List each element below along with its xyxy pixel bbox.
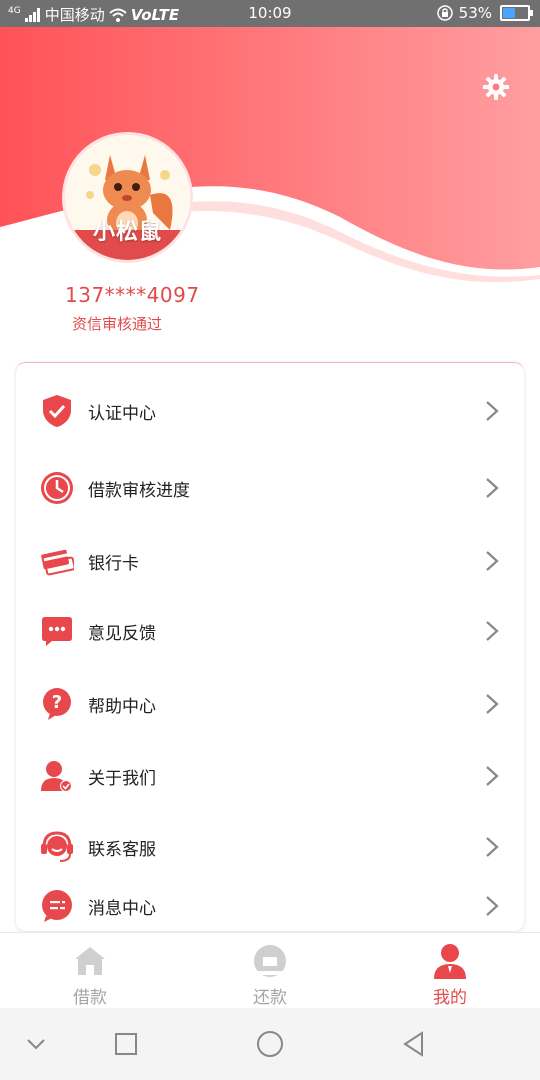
recent-apps-icon[interactable] — [110, 1028, 142, 1060]
avatar-brand-text: 小松鼠 — [92, 220, 162, 245]
tab-label: 我的 — [433, 988, 467, 1008]
message-icon — [42, 890, 72, 922]
menu-item-label: 银行卡 — [88, 553, 139, 574]
rotation-lock-icon — [436, 5, 453, 21]
chevron-right-icon — [486, 694, 499, 714]
menu-card: 认证中心 借款审核进度 银行卡 意见反馈 ? 帮助中心 关于我们 联系客服 消息… — [16, 362, 524, 931]
credit-status: 资信审核通过 — [72, 315, 163, 333]
menu-item-customer-service[interactable]: 联系客服 — [16, 817, 524, 877]
clock-icon — [41, 472, 73, 504]
chevron-right-icon — [486, 896, 499, 916]
house-icon — [75, 947, 105, 975]
repay-icon — [254, 945, 286, 977]
home-circle-icon[interactable] — [254, 1028, 286, 1060]
chevron-right-icon — [486, 766, 499, 786]
chevron-right-icon — [486, 551, 499, 571]
battery-percent: 53% — [458, 4, 492, 22]
battery-icon — [500, 5, 533, 21]
system-navigation-bar — [0, 1008, 540, 1080]
settings-gear-icon[interactable] — [482, 73, 510, 101]
tab-label: 还款 — [253, 988, 287, 1008]
status-bar: 4G 中国移动 VoLTE 10:09 53% — [0, 0, 540, 27]
chevron-down-icon[interactable] — [20, 1028, 52, 1060]
shield-check-icon — [43, 395, 71, 427]
menu-item-help-center[interactable]: ? 帮助中心 — [16, 674, 524, 734]
menu-item-label: 帮助中心 — [88, 696, 156, 717]
avatar[interactable]: 小松鼠 — [65, 135, 190, 260]
user-check-icon — [41, 761, 72, 792]
menu-item-label: 联系客服 — [88, 839, 156, 860]
tab-repay[interactable]: 还款 — [180, 933, 360, 1009]
menu-item-label: 意见反馈 — [88, 623, 156, 644]
menu-item-about-us[interactable]: 关于我们 — [16, 746, 524, 806]
user-phone: 137****4097 — [65, 283, 200, 307]
menu-item-label: 借款审核进度 — [88, 480, 190, 501]
menu-item-bank-card[interactable]: 银行卡 — [16, 531, 524, 591]
back-triangle-icon[interactable] — [398, 1028, 430, 1060]
menu-item-feedback[interactable]: 意见反馈 — [16, 601, 524, 661]
chevron-right-icon — [486, 401, 499, 421]
menu-item-label: 消息中心 — [88, 898, 156, 919]
tab-borrow[interactable]: 借款 — [0, 933, 180, 1009]
chevron-right-icon — [486, 478, 499, 498]
tab-label: 借款 — [73, 988, 107, 1008]
menu-item-message-center[interactable]: 消息中心 — [16, 876, 524, 936]
chevron-right-icon — [486, 837, 499, 857]
menu-item-label: 认证中心 — [88, 403, 156, 424]
headset-icon — [41, 831, 73, 862]
menu-item-label: 关于我们 — [88, 768, 156, 789]
chevron-right-icon — [486, 621, 499, 641]
chat-bubble-icon — [42, 617, 72, 646]
question-bubble-icon: ? — [43, 688, 71, 720]
svg-text:?: ? — [52, 692, 62, 713]
menu-item-loan-review-progress[interactable]: 借款审核进度 — [16, 458, 524, 518]
menu-item-certification-center[interactable]: 认证中心 — [16, 381, 524, 441]
bottom-tab-bar: 借款 还款 我的 — [0, 932, 540, 1009]
clock-time: 10:09 — [248, 4, 292, 22]
person-icon — [434, 944, 466, 979]
bank-card-icon — [41, 549, 74, 576]
tab-mine[interactable]: 我的 — [360, 933, 540, 1009]
